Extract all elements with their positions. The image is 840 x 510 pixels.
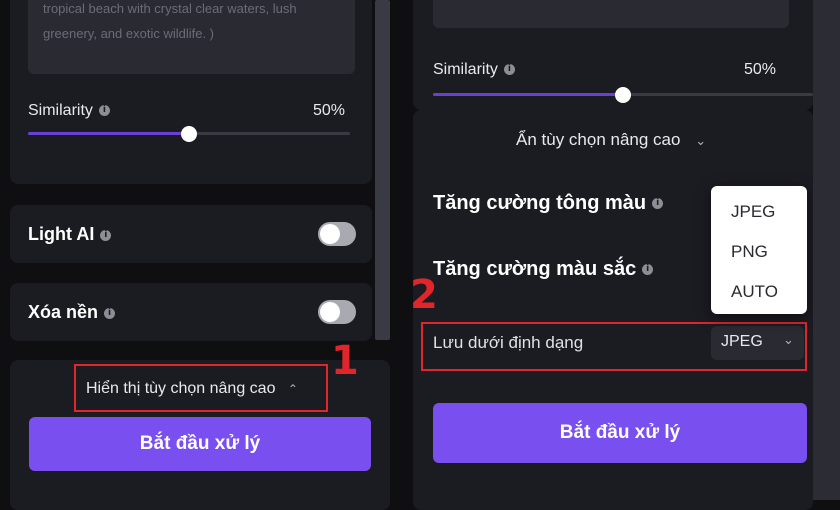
similarity-slider[interactable]: [28, 126, 350, 142]
info-icon[interactable]: i: [652, 198, 664, 210]
tone-enhance-label-text: Tăng cường tông màu: [433, 192, 647, 214]
light-ai-label-text: Light AI: [28, 224, 95, 244]
info-icon[interactable]: i: [642, 264, 654, 276]
similarity-slider-handle[interactable]: [615, 87, 631, 103]
tone-enhance-label: Tăng cường tông màu i: [433, 192, 664, 215]
prompt-text-line1: tropical beach with crystal clear waters…: [43, 1, 297, 16]
prompt-text-line2: greenery, and exotic wildlife. ): [43, 26, 215, 41]
color-enhance-label: Tăng cường màu sắc i: [433, 258, 654, 281]
light-ai-toggle[interactable]: [318, 222, 356, 246]
format-option-jpeg[interactable]: JPEG: [731, 202, 775, 222]
similarity-slider-handle[interactable]: [181, 126, 197, 142]
show-advanced-options-button[interactable]: Hiển thị tùy chọn nâng cao ⌃: [86, 380, 298, 398]
step-number-1: 1: [331, 338, 359, 384]
save-format-value: JPEG: [721, 333, 763, 350]
info-icon[interactable]: i: [100, 229, 112, 241]
similarity-slider-fill: [433, 93, 623, 96]
remove-bg-label: Xóa nền i: [28, 302, 116, 323]
remove-bg-toggle[interactable]: [318, 300, 356, 324]
hide-advanced-options-label: Ẩn tùy chọn nâng cao: [516, 130, 681, 149]
format-option-auto[interactable]: AUTO: [731, 282, 778, 302]
chevron-up-icon: ⌃: [287, 382, 298, 396]
chevron-down-icon: ⌄: [695, 133, 707, 148]
start-processing-button[interactable]: Bắt đầu xử lý: [433, 403, 807, 463]
remove-bg-label-text: Xóa nền: [28, 302, 99, 322]
info-icon[interactable]: i: [98, 105, 110, 117]
format-dropdown-menu: JPEG PNG AUTO: [711, 186, 807, 314]
toggle-knob: [320, 302, 340, 322]
show-advanced-options-label: Hiển thị tùy chọn nâng cao: [86, 380, 276, 397]
info-icon[interactable]: i: [503, 64, 515, 76]
step-number-2: 2: [410, 272, 438, 318]
similarity-label: Similarity i: [28, 102, 110, 120]
similarity-value: 50%: [744, 61, 777, 78]
hide-advanced-options-button[interactable]: Ẩn tùy chọn nâng cao ⌄: [516, 130, 706, 150]
similarity-label: Similarity i: [433, 61, 515, 79]
prompt-textarea[interactable]: [433, 0, 789, 28]
light-ai-label: Light AI i: [28, 224, 112, 245]
similarity-value: 50%: [313, 102, 346, 119]
similarity-label-text: Similarity: [433, 61, 498, 78]
info-icon[interactable]: i: [104, 307, 116, 319]
left-scrollbar[interactable]: [375, 0, 390, 340]
color-enhance-label-text: Tăng cường màu sắc: [433, 258, 637, 280]
format-option-png[interactable]: PNG: [731, 242, 768, 262]
right-scrollbar[interactable]: [813, 0, 840, 500]
similarity-slider-fill: [28, 132, 189, 135]
similarity-label-text: Similarity: [28, 102, 93, 119]
toggle-knob: [320, 224, 340, 244]
chevron-down-icon: ⌄: [783, 332, 794, 347]
start-processing-button[interactable]: Bắt đầu xử lý: [29, 417, 371, 471]
similarity-slider[interactable]: [433, 87, 813, 103]
save-format-select[interactable]: JPEG ⌄: [711, 326, 804, 360]
save-format-label: Lưu dưới định dạng: [433, 333, 584, 352]
